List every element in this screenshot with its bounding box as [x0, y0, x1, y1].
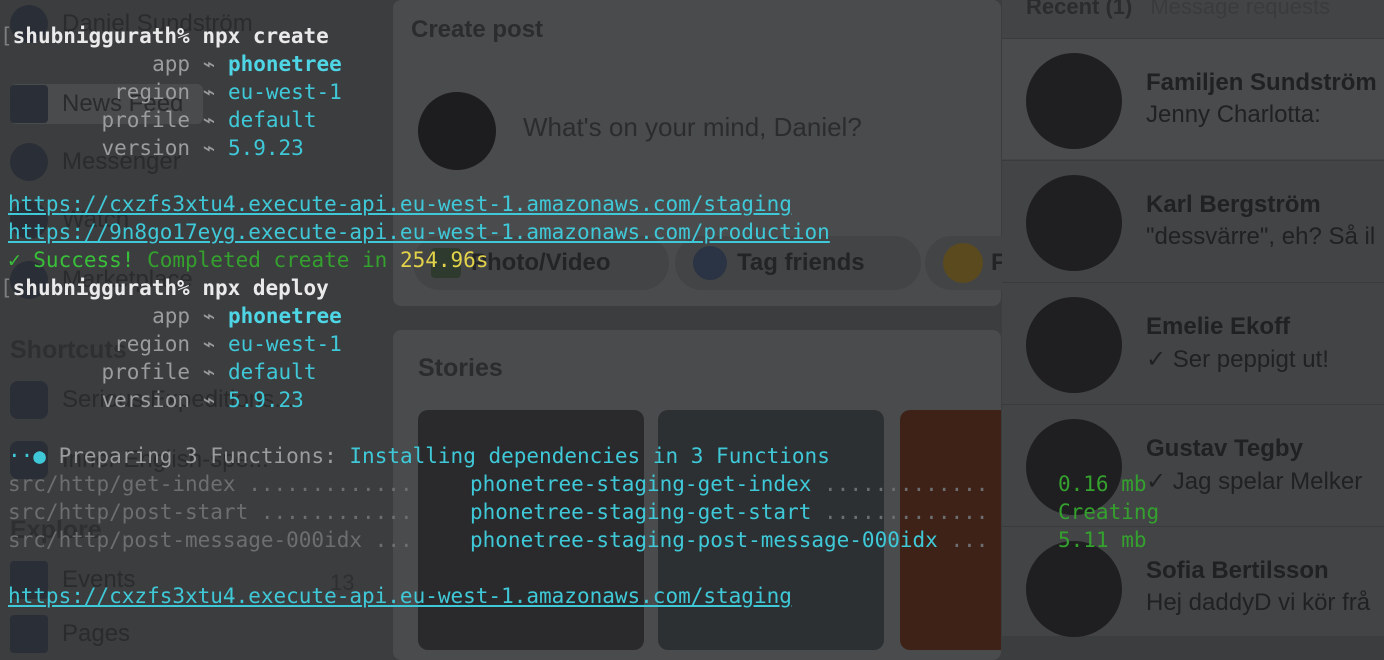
- prompt-user: shubniggurath%: [12, 276, 190, 300]
- preparing-text: Installing dependencies in 3 Functions: [349, 444, 830, 468]
- command-text: npx create: [202, 24, 329, 48]
- production-url-link[interactable]: https://9n8go17eyg.execute-api.eu-west-1…: [8, 218, 830, 246]
- arrow-icon: ⌁: [202, 108, 216, 132]
- function-status: 0.16 mb: [1058, 472, 1147, 496]
- function-name: phonetree-staging-get-start ............…: [470, 498, 988, 526]
- function-dots: ...: [950, 528, 989, 552]
- arrow-icon: ⌁: [202, 388, 216, 412]
- function-dots: .............: [824, 500, 989, 524]
- info-line-region: region ⌁ eu-west-1: [0, 330, 342, 358]
- function-dots: .............: [248, 472, 413, 496]
- staging-url-link[interactable]: https://cxzfs3xtu4.execute-api.eu-west-1…: [8, 190, 792, 218]
- function-name: phonetree-staging-get-index ............…: [470, 470, 988, 498]
- prompt-line-deploy: [shubniggurath% npx deploy: [0, 274, 329, 302]
- function-src: src/http/post-start: [8, 500, 249, 524]
- function-row: src/http/post-message-000idx ... phonetre…: [8, 526, 1378, 554]
- function-src: src/http/get-index: [8, 472, 236, 496]
- info-line-app: app ⌁ phonetree: [0, 50, 342, 78]
- info-label: profile: [101, 108, 190, 132]
- info-line-profile: profile ⌁ default: [0, 106, 316, 134]
- success-line: ✓ Success! Completed create in 254.96s: [8, 246, 488, 274]
- success-mark: ✓ Success!: [8, 248, 135, 272]
- function-src: src/http/post-message-000idx: [8, 528, 363, 552]
- function-dots: .............: [824, 472, 989, 496]
- info-value: phonetree: [227, 52, 342, 76]
- prompt-line-create: [shubniggurath% npx create: [0, 22, 329, 50]
- success-time: 254.96s: [399, 248, 489, 272]
- info-line-version: version ⌁ 5.9.23: [0, 386, 304, 414]
- info-value: 5.9.23: [227, 136, 304, 160]
- function-name-text: phonetree-staging-post-message-000idx: [470, 528, 938, 552]
- prompt-user: shubniggurath%: [12, 24, 190, 48]
- success-text: Completed create in: [147, 248, 388, 272]
- arrow-icon: ⌁: [202, 80, 216, 104]
- function-name-text: phonetree-staging-get-start: [470, 500, 812, 524]
- preparing-label: Preparing 3 Functions:: [58, 444, 337, 468]
- info-value: default: [227, 108, 317, 132]
- info-label: region: [114, 332, 190, 356]
- info-label: version: [101, 388, 190, 412]
- info-value: 5.9.23: [227, 388, 304, 412]
- info-line-region: region ⌁ eu-west-1: [0, 78, 342, 106]
- arrow-icon: ⌁: [202, 304, 216, 328]
- function-status: 5.11 mb: [1058, 528, 1147, 552]
- function-status: Creating: [1058, 500, 1160, 524]
- terminal-output: [shubniggurath% npx create app ⌁ phonetr…: [0, 0, 1384, 636]
- info-label: app: [152, 304, 190, 328]
- function-row: src/http/get-index ............. phonetre…: [8, 470, 1378, 498]
- info-label: version: [101, 136, 190, 160]
- info-label: profile: [101, 360, 190, 384]
- prompt-bracket: [: [0, 276, 13, 300]
- function-row: src/http/post-start ............ phonetre…: [8, 498, 1378, 526]
- info-line-profile: profile ⌁ default: [0, 358, 316, 386]
- arrow-icon: ⌁: [202, 360, 216, 384]
- prompt-bracket: [: [0, 24, 13, 48]
- final-staging-url-link[interactable]: https://cxzfs3xtu4.execute-api.eu-west-1…: [8, 582, 792, 610]
- info-value: eu-west-1: [227, 332, 342, 356]
- info-value: eu-west-1: [227, 80, 342, 104]
- spinner-icon: ··●: [8, 444, 46, 468]
- function-name-text: phonetree-staging-get-index: [470, 472, 812, 496]
- info-line-app: app ⌁ phonetree: [0, 302, 342, 330]
- preparing-line: ··● Preparing 3 Functions: Installing de…: [8, 442, 830, 470]
- info-label: region: [114, 80, 190, 104]
- info-line-version: version ⌁ 5.9.23: [0, 134, 304, 162]
- command-text: npx deploy: [202, 276, 329, 300]
- info-label: app: [152, 52, 190, 76]
- function-dots: ...: [374, 528, 413, 552]
- arrow-icon: ⌁: [202, 136, 216, 160]
- function-dots: ............: [260, 500, 413, 524]
- info-value: phonetree: [227, 304, 342, 328]
- arrow-icon: ⌁: [202, 332, 216, 356]
- info-value: default: [227, 360, 317, 384]
- function-name: phonetree-staging-post-message-000idx ..…: [470, 526, 988, 554]
- arrow-icon: ⌁: [202, 52, 216, 76]
